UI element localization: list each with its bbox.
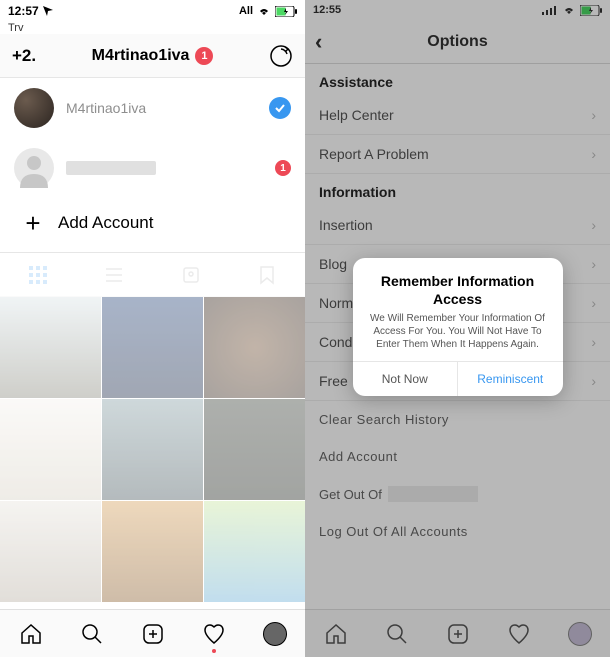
search-tab[interactable] <box>79 621 105 647</box>
tagged-tab[interactable] <box>153 253 229 296</box>
add-account-row[interactable]: + Add Account <box>0 198 305 253</box>
status-bar: 12:57 All <box>0 0 305 22</box>
photo-thumbnail[interactable] <box>0 297 101 398</box>
remember-info-modal: Remember Information Access We Will Reme… <box>353 258 563 396</box>
photo-thumbnail[interactable] <box>0 501 101 602</box>
location-icon <box>43 6 53 16</box>
photo-thumbnail[interactable] <box>204 399 305 500</box>
selected-check-icon <box>269 97 291 119</box>
network-label: All <box>239 5 253 17</box>
photo-thumbnail[interactable] <box>204 297 305 398</box>
modal-title: Remember Information Access <box>365 272 551 308</box>
left-screen: 12:57 All Trv +2. M4rtinao1iva 1 <box>0 0 305 657</box>
photo-grid <box>0 297 305 602</box>
account-row[interactable]: M4rtinao1iva <box>0 78 305 138</box>
account-switcher[interactable]: M4rtinao1iva 1 <box>92 47 214 65</box>
modal-text: We Will Remember Your Information Of Acc… <box>365 312 551 351</box>
add-account-label: Add Account <box>58 213 153 233</box>
plus-icon: + <box>22 212 44 234</box>
account-row[interactable]: 1 <box>0 138 305 198</box>
nav-avatar <box>263 622 287 646</box>
status-time: 12:57 <box>8 4 39 18</box>
notification-badge: 1 <box>275 160 291 176</box>
profile-content-dimmed <box>0 253 305 602</box>
avatar-placeholder <box>14 148 54 188</box>
view-tabs <box>0 253 305 297</box>
avatar <box>14 88 54 128</box>
remember-button[interactable]: Reminiscent <box>458 362 563 396</box>
photo-thumbnail[interactable] <box>102 297 203 398</box>
right-screen: 12:55 ‹ Options Assistance Help Center› … <box>305 0 610 657</box>
activity-icon[interactable] <box>269 44 293 68</box>
notification-badge: 1 <box>195 47 213 65</box>
grid-view-tab[interactable] <box>0 253 76 296</box>
bottom-nav <box>0 609 305 657</box>
account-name: M4rtinao1iva <box>66 100 257 116</box>
activity-tab[interactable] <box>201 621 227 647</box>
account-switcher-badge[interactable]: +2. <box>12 46 36 66</box>
carrier-label: Trv <box>0 22 305 34</box>
new-post-tab[interactable] <box>140 621 166 647</box>
photo-thumbnail[interactable] <box>102 501 203 602</box>
profile-header: +2. M4rtinao1iva 1 <box>0 34 305 78</box>
home-tab[interactable] <box>18 621 44 647</box>
list-view-tab[interactable] <box>76 253 152 296</box>
account-name <box>66 161 263 175</box>
saved-tab[interactable] <box>229 253 305 296</box>
photo-thumbnail[interactable] <box>204 501 305 602</box>
profile-tab[interactable] <box>262 621 288 647</box>
photo-thumbnail[interactable] <box>102 399 203 500</box>
header-username: M4rtinao1iva <box>92 47 190 65</box>
not-now-button[interactable]: Not Now <box>353 362 459 396</box>
activity-dot <box>212 649 216 653</box>
battery-icon <box>275 6 297 17</box>
wifi-icon <box>257 6 271 16</box>
photo-thumbnail[interactable] <box>0 399 101 500</box>
account-switcher-dropdown: M4rtinao1iva 1 + Add Account <box>0 78 305 253</box>
